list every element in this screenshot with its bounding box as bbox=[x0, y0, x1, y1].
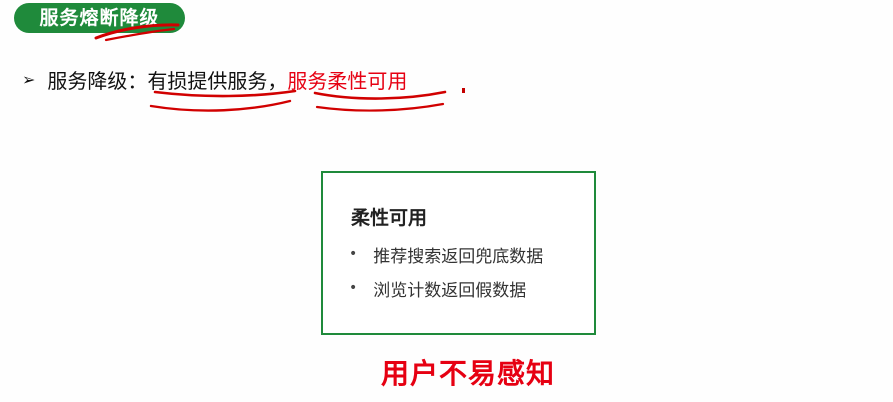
flexible-availability-card: 柔性可用 • 推荐搜索返回兜底数据 • 浏览计数返回假数据 bbox=[321, 171, 596, 335]
bullet-dot-icon: • bbox=[349, 280, 358, 296]
stray-ink-mark bbox=[462, 88, 465, 93]
bottom-note: 用户不易感知 bbox=[381, 357, 556, 390]
list-item-text: 推荐搜索返回兜底数据 bbox=[373, 246, 544, 267]
list-item: • 浏览计数返回假数据 bbox=[349, 271, 543, 305]
arrow-bullet-icon: ➢ bbox=[22, 69, 36, 89]
bullet-dot-icon: • bbox=[349, 246, 358, 262]
list-item-text: 浏览计数返回假数据 bbox=[373, 280, 527, 301]
bullet-lead: 服务降级： bbox=[47, 68, 148, 93]
list-item: • 推荐搜索返回兜底数据 bbox=[349, 237, 543, 271]
handwritten-underlines bbox=[149, 89, 447, 112]
title-underline-scribble bbox=[94, 23, 180, 42]
card-title: 柔性可用 bbox=[351, 207, 428, 229]
card-list: • 推荐搜索返回兜底数据 • 浏览计数返回假数据 bbox=[349, 237, 543, 305]
